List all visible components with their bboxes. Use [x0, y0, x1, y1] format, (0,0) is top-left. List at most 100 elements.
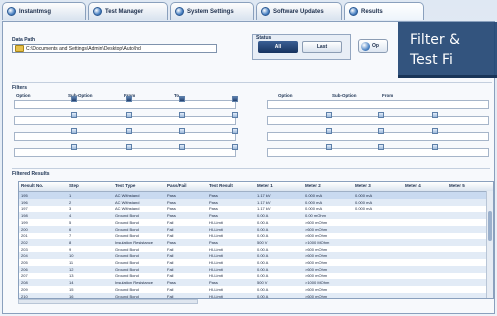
filter-row-2[interactable]	[14, 116, 236, 125]
filter-checkbox[interactable]	[232, 112, 238, 118]
table-cell: 0.000 mA	[355, 199, 373, 205]
filter-checkbox[interactable]	[71, 96, 77, 102]
column-header[interactable]: Meter 3	[355, 183, 371, 188]
table-cell: Ground Bond	[115, 219, 139, 225]
table-cell: HI-Limit	[209, 266, 223, 272]
status-all-button[interactable]: All	[258, 41, 298, 53]
filter-checkbox[interactable]	[126, 144, 132, 150]
filter-checkbox[interactable]	[378, 144, 384, 150]
table-cell: Fail	[167, 286, 174, 292]
table-cell: HI-Limit	[209, 286, 223, 292]
caption-line-2: Test Fi	[410, 52, 453, 68]
filter-checkbox[interactable]	[432, 112, 438, 118]
open-button[interactable]: Op	[358, 39, 388, 53]
table-cell: 0.000 mA	[355, 206, 373, 212]
filter-checkbox[interactable]	[326, 112, 332, 118]
filter-checkbox[interactable]	[71, 112, 77, 118]
filters-label: Filters	[12, 85, 28, 91]
table-cell: 3	[69, 206, 72, 212]
filter-col-option-right: Option	[278, 93, 293, 98]
filter-row-right-1[interactable]	[267, 100, 489, 109]
table-cell: 16	[69, 293, 74, 299]
table-cell: Pass	[209, 239, 218, 245]
tab-system-settings[interactable]: System Settings	[170, 2, 254, 20]
column-header[interactable]: Meter 1	[257, 183, 273, 188]
column-header[interactable]: Step	[69, 183, 79, 188]
filter-checkbox[interactable]	[326, 144, 332, 150]
filter-checkbox[interactable]	[71, 144, 77, 150]
tab-test-manager[interactable]: Test Manager	[88, 2, 168, 20]
open-icon	[361, 41, 370, 51]
tab-icon	[7, 7, 16, 16]
table-cell: >600 mOhm	[305, 286, 328, 292]
table-cell: 200	[21, 226, 28, 232]
filter-checkbox[interactable]	[126, 128, 132, 134]
filter-checkbox[interactable]	[232, 144, 238, 150]
tab-label: Software Updates	[273, 8, 324, 15]
table-cell: 0.00 A	[257, 286, 269, 292]
table-cell: 0.00 mOhm	[305, 213, 326, 219]
table-cell: 12	[69, 266, 74, 272]
filter-checkbox[interactable]	[71, 128, 77, 134]
table-cell: 0.00 A	[257, 233, 269, 239]
column-header[interactable]: Test Result	[209, 183, 233, 188]
table-cell: HI-Limit	[209, 233, 223, 239]
column-header[interactable]: Meter 2	[305, 183, 321, 188]
data-path-field[interactable]: C:\Documents and Settings\Admin\Desktop\…	[12, 44, 217, 53]
results-table-header: Result No. Step Test Type Pass/Fail Test Res…	[19, 182, 493, 192]
table-cell: Fail	[167, 260, 174, 265]
table-cell: HI-Limit	[209, 226, 223, 232]
table-cell: Ground Bond	[115, 233, 139, 239]
filter-checkbox[interactable]	[432, 144, 438, 150]
table-cell: 204	[21, 253, 28, 259]
table-cell: Fail	[167, 246, 174, 252]
column-header[interactable]: Meter 4	[405, 183, 421, 188]
filter-checkbox[interactable]	[179, 112, 185, 118]
tab-label: Results	[361, 8, 383, 15]
table-cell: 202	[21, 239, 28, 245]
filter-checkbox[interactable]	[326, 128, 332, 134]
filter-checkbox[interactable]	[232, 96, 238, 102]
table-cell: 1.17 kV	[257, 193, 271, 198]
filter-checkbox[interactable]	[126, 112, 132, 118]
filter-checkbox[interactable]	[179, 96, 185, 102]
filter-checkbox[interactable]	[179, 128, 185, 134]
table-cell: 0.00 A	[257, 226, 269, 232]
vertical-scrollbar[interactable]	[486, 191, 493, 298]
filter-checkbox[interactable]	[126, 96, 132, 102]
table-cell: 196	[21, 199, 28, 205]
filter-checkbox[interactable]	[179, 144, 185, 150]
horizontal-scrollbar[interactable]	[18, 299, 198, 304]
filter-checkbox[interactable]	[432, 128, 438, 134]
filter-row-3[interactable]	[14, 132, 236, 141]
filter-col-from-right: From	[382, 93, 394, 98]
table-cell: >600 mOhm	[305, 219, 328, 225]
tab-instantmsg[interactable]: Instantmsg	[2, 2, 86, 20]
filter-checkbox[interactable]	[378, 128, 384, 134]
filter-row-4[interactable]	[14, 148, 236, 157]
tab-software-updates[interactable]: Software Updates	[256, 2, 342, 20]
application-window: Instantmsg Test Manager System Settings …	[0, 0, 497, 316]
column-header[interactable]: Test Type	[115, 183, 135, 188]
filter-checkbox[interactable]	[232, 128, 238, 134]
table-cell: Fail	[167, 253, 174, 259]
tab-icon	[349, 7, 358, 16]
table-cell: 6	[69, 226, 72, 232]
filter-col-option: Option	[16, 93, 31, 98]
table-cell: Pass	[167, 239, 176, 245]
tab-results[interactable]: Results	[344, 2, 424, 20]
table-cell: >600 mOhm	[305, 233, 328, 239]
column-header[interactable]: Meter 5	[449, 183, 465, 188]
scrollbar-thumb[interactable]	[488, 211, 492, 241]
table-cell: 203	[21, 246, 28, 252]
table-cell: >1000 MOhm	[305, 239, 330, 245]
filter-checkbox[interactable]	[378, 112, 384, 118]
table-cell: 5	[69, 219, 72, 225]
column-header[interactable]: Result No.	[21, 183, 43, 188]
results-table[interactable]: Result No. Step Test Type Pass/Fail Test Res…	[18, 181, 494, 299]
status-last-button[interactable]: Last	[302, 41, 342, 53]
filter-row-1[interactable]	[14, 100, 236, 109]
table-cell: 4	[69, 213, 72, 219]
table-cell: Insulation Resistance	[115, 280, 154, 286]
column-header[interactable]: Pass/Fail	[167, 183, 187, 188]
